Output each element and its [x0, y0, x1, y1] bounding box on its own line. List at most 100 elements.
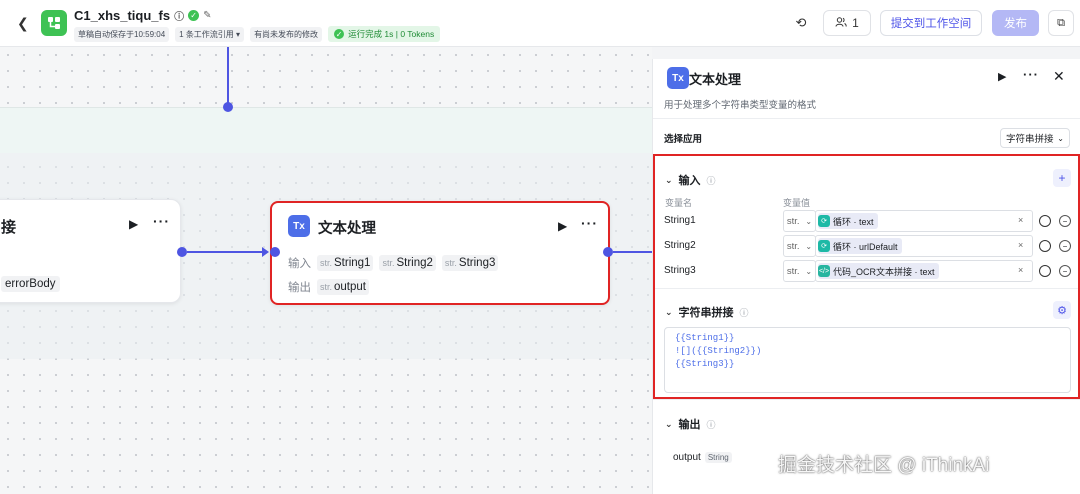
history-icon[interactable]: ⟲	[793, 15, 809, 31]
variable-reference-field[interactable]: ⟳ 循环 · text × −	[815, 210, 1071, 232]
more-icon[interactable]: ···	[581, 215, 598, 231]
remove-row-icon[interactable]: −	[1059, 240, 1071, 252]
input-name: String3	[458, 257, 496, 269]
variable-name[interactable]: String1	[664, 215, 696, 226]
connection-line	[227, 47, 229, 107]
play-icon[interactable]: ▶	[998, 70, 1006, 83]
add-variable-button[interactable]: +	[1053, 169, 1071, 187]
type-prefix: str.	[382, 258, 395, 268]
type-value: str.	[786, 240, 800, 252]
reference-chip: ⟳ 循环 · text	[818, 213, 878, 229]
variable-name[interactable]: String2	[664, 240, 696, 251]
output-port[interactable]	[177, 247, 187, 257]
info-icon[interactable]: ⓘ	[740, 306, 749, 319]
workflow-meta: 草稿自动保存于10:59:04 1 条工作流引用 ▾ 有尚未发布的修改 ✓ 运行完…	[74, 26, 441, 42]
chevron-down-icon: ⌄	[665, 418, 673, 429]
chevron-down-icon: ⌄	[805, 266, 813, 276]
collaborator-count: 1	[852, 16, 859, 30]
select-app-dropdown[interactable]: 字符串拼接 ⌄	[1000, 128, 1070, 148]
clock-icon[interactable]	[1039, 265, 1051, 277]
workflow-canvas[interactable]: 接 ▶ ··· errorBody Tx 文本处理 ▶ ··· 输入 str. S…	[0, 47, 652, 494]
play-icon[interactable]: ▶	[129, 217, 138, 231]
input-name: String2	[396, 257, 433, 269]
clock-icon[interactable]	[1039, 240, 1051, 252]
reference-text: 循环 · urlDefault	[833, 241, 898, 252]
clock-icon[interactable]	[1039, 215, 1051, 227]
info-icon[interactable]: ⓘ	[707, 418, 716, 431]
node-config-panel: Tx 文本处理 ▶ ··· ✕ 用于处理多个字符串类型变量的格式 选择应用 字符…	[652, 59, 1080, 494]
node-string-concat[interactable]: 接 ▶ ··· errorBody	[0, 199, 181, 303]
code-icon: </>	[818, 265, 830, 277]
output-type-tag: String	[704, 452, 732, 463]
output-section-header[interactable]: ⌄ 输出 ⓘ	[665, 416, 716, 432]
input-port[interactable]	[270, 247, 280, 257]
info-icon[interactable]: ⓘ	[707, 174, 716, 187]
reference-chip: </> 代码_OCR文本拼接 · text	[818, 263, 939, 279]
divider	[655, 288, 1078, 289]
text-processing-icon: Tx	[288, 215, 310, 237]
watermark: 掘金技术社区 @ iThinkAi	[778, 455, 990, 476]
info-icon[interactable]: ⓘ	[174, 8, 184, 23]
output-port[interactable]	[223, 102, 233, 112]
panel-description: 用于处理多个字符串类型变量的格式	[664, 100, 817, 111]
output-chip: str. output	[317, 279, 369, 295]
node-title: 文本处理	[318, 221, 376, 237]
top-bar: ❮ C1_xhs_tiqu_fs ⓘ ✓ ✎ 草稿自动保存于10:59:04 1…	[0, 0, 1080, 47]
output-port[interactable]	[603, 247, 613, 257]
collaborators-button[interactable]: 1	[823, 10, 871, 36]
divider	[653, 399, 1080, 400]
close-icon[interactable]: ✕	[1053, 68, 1065, 85]
more-icon[interactable]: ···	[1023, 67, 1039, 82]
type-select[interactable]: str. ⌄	[783, 235, 816, 257]
variable-reference-field[interactable]: ⟳ 循环 · urlDefault × −	[815, 235, 1071, 257]
run-status-text: 运行完成 1s | 0 Tokens	[348, 29, 435, 39]
more-icon[interactable]: ···	[153, 213, 170, 229]
play-icon[interactable]: ▶	[558, 219, 567, 233]
users-icon	[835, 16, 847, 31]
type-value: str.	[786, 265, 800, 277]
input-and-concat-section: ⌄ 输入 ⓘ + 变量名 变量值 String1 str. ⌄ ⟳ 循环 · te…	[653, 154, 1080, 399]
type-prefix: str.	[444, 258, 457, 268]
back-icon[interactable]: ❮	[17, 15, 33, 31]
type-select[interactable]: str. ⌄	[783, 210, 816, 232]
gear-icon[interactable]: ⚙	[1053, 301, 1071, 319]
type-value: str.	[786, 215, 800, 227]
loop-container-header	[0, 107, 652, 153]
output-name: output	[334, 281, 366, 293]
reference-dropdown[interactable]: 1 条工作流引用 ▾	[175, 26, 245, 42]
workflow-name: C1_xhs_tiqu_fs	[74, 8, 171, 23]
node-text-processing[interactable]: Tx 文本处理 ▶ ··· 输入 str. String1 str. String2…	[270, 201, 610, 305]
select-app-label: 选择应用	[664, 134, 703, 145]
submit-to-workspace-button[interactable]: 提交到工作空间	[880, 10, 982, 36]
inputs-label: 输入	[288, 258, 311, 270]
text-processing-icon: Tx	[667, 67, 689, 89]
connection-line	[187, 251, 263, 253]
type-select[interactable]: str. ⌄	[783, 260, 816, 282]
reference-text: 循环 · text	[833, 216, 874, 227]
input-chip: str. String3	[441, 255, 499, 271]
caret-down-icon: ▾	[236, 29, 241, 39]
variable-row: String2 str. ⌄ ⟳ 循环 · urlDefault × −	[655, 235, 1078, 257]
remove-row-icon[interactable]: −	[1059, 215, 1071, 227]
copy-icon[interactable]: ⧉	[1048, 10, 1074, 36]
run-status-badge[interactable]: ✓ 运行完成 1s | 0 Tokens	[328, 26, 441, 42]
concat-section-title: 字符串拼接	[678, 307, 734, 319]
edit-icon[interactable]: ✎	[203, 10, 211, 21]
publish-button[interactable]: 发布	[992, 10, 1039, 36]
variable-reference-field[interactable]: </> 代码_OCR文本拼接 · text × −	[815, 260, 1071, 282]
input-name: String1	[334, 257, 371, 269]
clear-icon[interactable]: ×	[1018, 265, 1023, 275]
node-title: 接	[1, 219, 17, 236]
chevron-down-icon: ⌄	[1057, 133, 1064, 143]
divider	[653, 118, 1080, 119]
node-inputs-row: 输入 str. String1 str. String2 str. String3	[288, 255, 499, 271]
variable-name[interactable]: String3	[664, 265, 696, 276]
check-icon: ✓	[334, 29, 345, 39]
remove-row-icon[interactable]: −	[1059, 265, 1071, 277]
chevron-down-icon: ⌄	[665, 174, 673, 185]
clear-icon[interactable]: ×	[1018, 215, 1023, 225]
clear-icon[interactable]: ×	[1018, 240, 1023, 250]
input-section-header[interactable]: ⌄ 输入 ⓘ	[665, 172, 716, 188]
concat-section-header[interactable]: ⌄ 字符串拼接 ⓘ	[665, 304, 749, 320]
concat-template-editor[interactable]: {{String1}} ![]({{String2}}) {{String3}}	[664, 327, 1071, 393]
